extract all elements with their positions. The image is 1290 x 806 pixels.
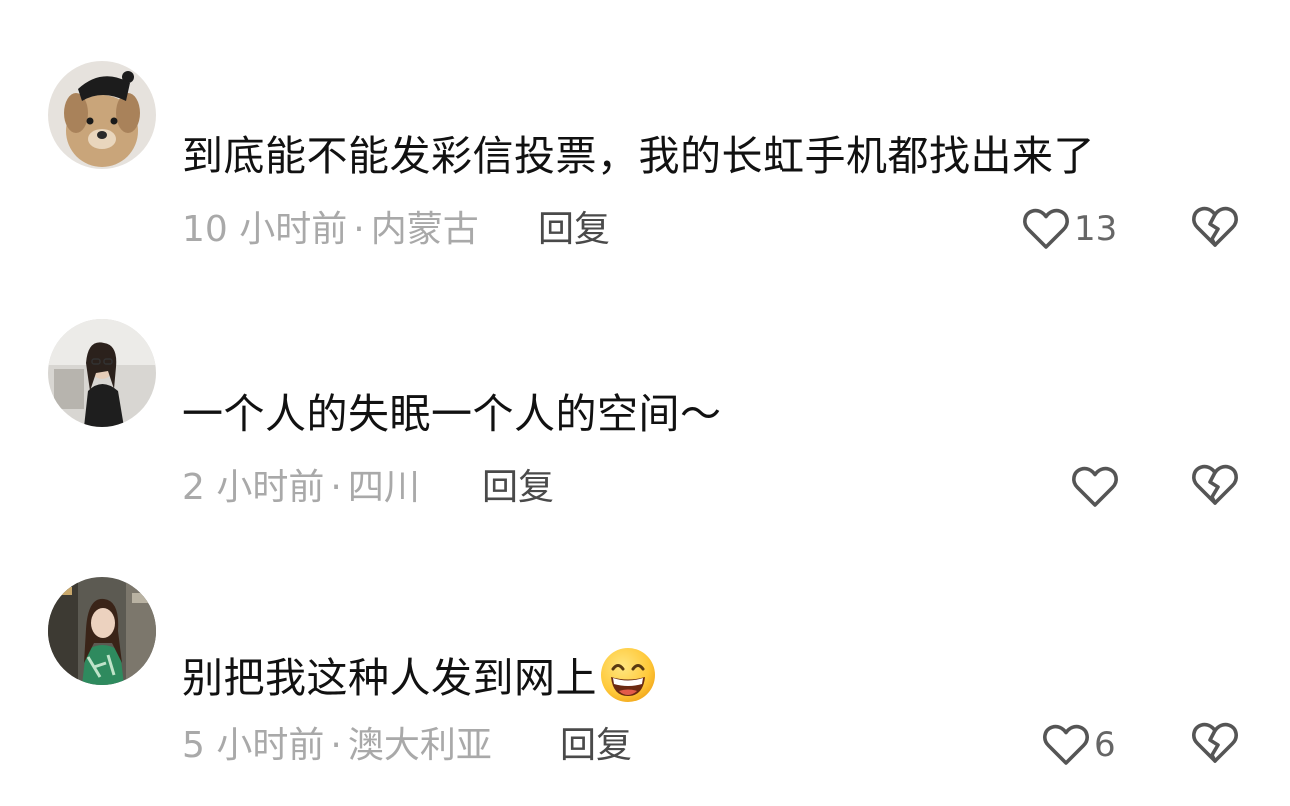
user-avatar[interactable] [48,319,156,427]
comment-location: 澳大利亚 [347,725,492,766]
comment-text: 到底能不能发彩信投票，我的长虹手机都找出来了 [182,130,1095,182]
broken-heart-outline-icon [1192,464,1238,505]
dislike-button[interactable] [1191,205,1239,253]
comment-item: 别把我这种人发到网上 5 小时前 · 澳大利亚 回复 6 [0,516,1290,766]
comment-text-content: 一个人的失眠一个人的空间～ [182,390,722,438]
user-avatar[interactable] [48,61,156,169]
comment-text-content: 到底能不能发彩信投票，我的长虹手机都找出来了 [182,132,1095,180]
comment-meta: 5 小时前 · 澳大利亚 [182,724,492,768]
comment-text: 别把我这种人发到网上 [182,646,657,704]
heart-outline-icon [1023,208,1069,249]
comment-item: 到底能不能发彩信投票，我的长虹手机都找出来了 10 小时前 · 内蒙古 回复 13 [0,0,1290,250]
comment-time: 5 小时前 [182,725,325,766]
meta-separator: · [330,725,342,766]
comment-meta: 2 小时前 · 四川 [182,466,420,510]
heart-outline-icon [1043,724,1089,765]
like-count: 6 [1094,725,1116,765]
dislike-button[interactable] [1191,463,1239,511]
dislike-button[interactable] [1191,721,1239,769]
user-avatar[interactable] [48,577,156,685]
like-button[interactable] [1071,463,1123,511]
reply-button[interactable]: 回复 [560,724,632,768]
meta-separator: · [330,467,342,508]
comment-time: 10 小时前 [182,209,348,250]
comment-text: 一个人的失眠一个人的空间～ [182,388,722,440]
like-count: 13 [1074,209,1118,249]
broken-heart-outline-icon [1192,206,1238,247]
comment-location: 内蒙古 [370,209,479,250]
grinning-face-emoji [601,648,655,702]
comment-text-content: 别把我这种人发到网上 [182,654,597,702]
like-button[interactable]: 6 [1042,721,1116,769]
comment-meta: 10 小时前 · 内蒙古 [182,208,479,252]
reply-button[interactable]: 回复 [482,466,554,510]
broken-heart-outline-icon [1192,722,1238,763]
comment-time: 2 小时前 [182,467,325,508]
comment-item: 一个人的失眠一个人的空间～ 2 小时前 · 四川 回复 [0,258,1290,508]
like-button[interactable]: 13 [1022,205,1117,253]
comment-location: 四川 [347,467,420,508]
heart-outline-icon [1072,466,1118,507]
meta-separator: · [353,209,365,250]
reply-button[interactable]: 回复 [538,208,610,252]
